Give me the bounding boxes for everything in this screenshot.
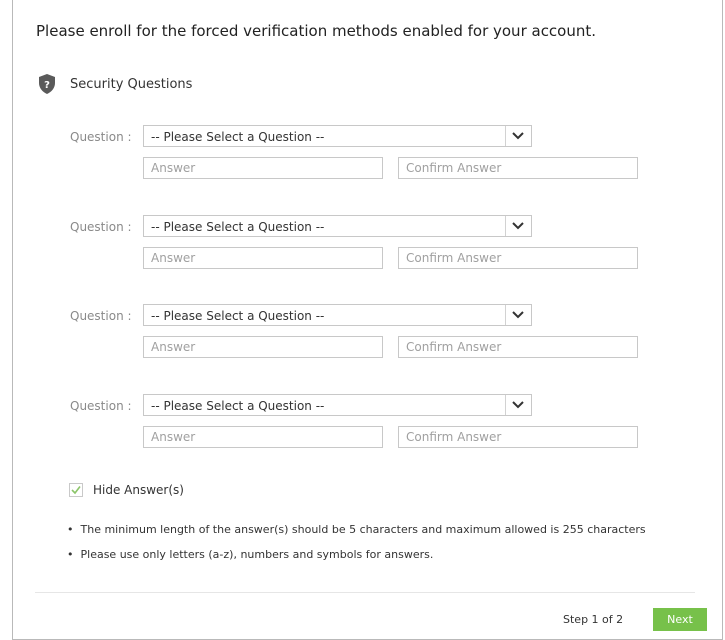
confirm-answer-input-3[interactable]: [398, 336, 638, 358]
rule-item: The minimum length of the answer(s) shou…: [67, 523, 646, 536]
question-select-1[interactable]: -- Please Select a Question --: [143, 125, 532, 147]
section-title: Security Questions: [70, 76, 193, 92]
hide-answers-checkbox[interactable]: [69, 483, 83, 497]
page-heading: Please enroll for the forced verificatio…: [36, 22, 597, 40]
step-indicator: Step 1 of 2: [563, 613, 624, 626]
question-select-value: -- Please Select a Question --: [151, 399, 325, 413]
question-select-value: -- Please Select a Question --: [151, 309, 325, 323]
confirm-answer-input-1[interactable]: [398, 157, 638, 179]
confirm-answer-input-2[interactable]: [398, 247, 638, 269]
chevron-down-icon: [505, 305, 530, 325]
answer-input-3[interactable]: [143, 336, 383, 358]
chevron-down-icon: [505, 126, 530, 146]
answer-input-1[interactable]: [143, 157, 383, 179]
security-questions-header: ? Security Questions: [39, 73, 192, 95]
hide-answers-toggle[interactable]: Hide Answer(s): [69, 481, 184, 499]
chevron-down-icon: [505, 216, 530, 236]
svg-text:?: ?: [44, 80, 50, 91]
question-select-2[interactable]: -- Please Select a Question --: [143, 215, 532, 237]
hide-answers-label: Hide Answer(s): [93, 483, 184, 497]
question-label: Question :: [70, 309, 132, 323]
shield-question-icon: ?: [39, 74, 55, 94]
question-label: Question :: [70, 130, 132, 144]
question-select-4[interactable]: -- Please Select a Question --: [143, 394, 532, 416]
question-label: Question :: [70, 220, 132, 234]
question-select-3[interactable]: -- Please Select a Question --: [143, 304, 532, 326]
answer-input-4[interactable]: [143, 426, 383, 448]
rule-item: Please use only letters (a-z), numbers a…: [67, 548, 434, 561]
answer-input-2[interactable]: [143, 247, 383, 269]
enrollment-panel: Please enroll for the forced verificatio…: [12, 0, 723, 640]
next-button[interactable]: Next: [653, 608, 707, 631]
confirm-answer-input-4[interactable]: [398, 426, 638, 448]
footer-divider: [35, 592, 695, 593]
question-select-value: -- Please Select a Question --: [151, 220, 325, 234]
question-label: Question :: [70, 399, 132, 413]
chevron-down-icon: [505, 395, 530, 415]
question-select-value: -- Please Select a Question --: [151, 130, 325, 144]
